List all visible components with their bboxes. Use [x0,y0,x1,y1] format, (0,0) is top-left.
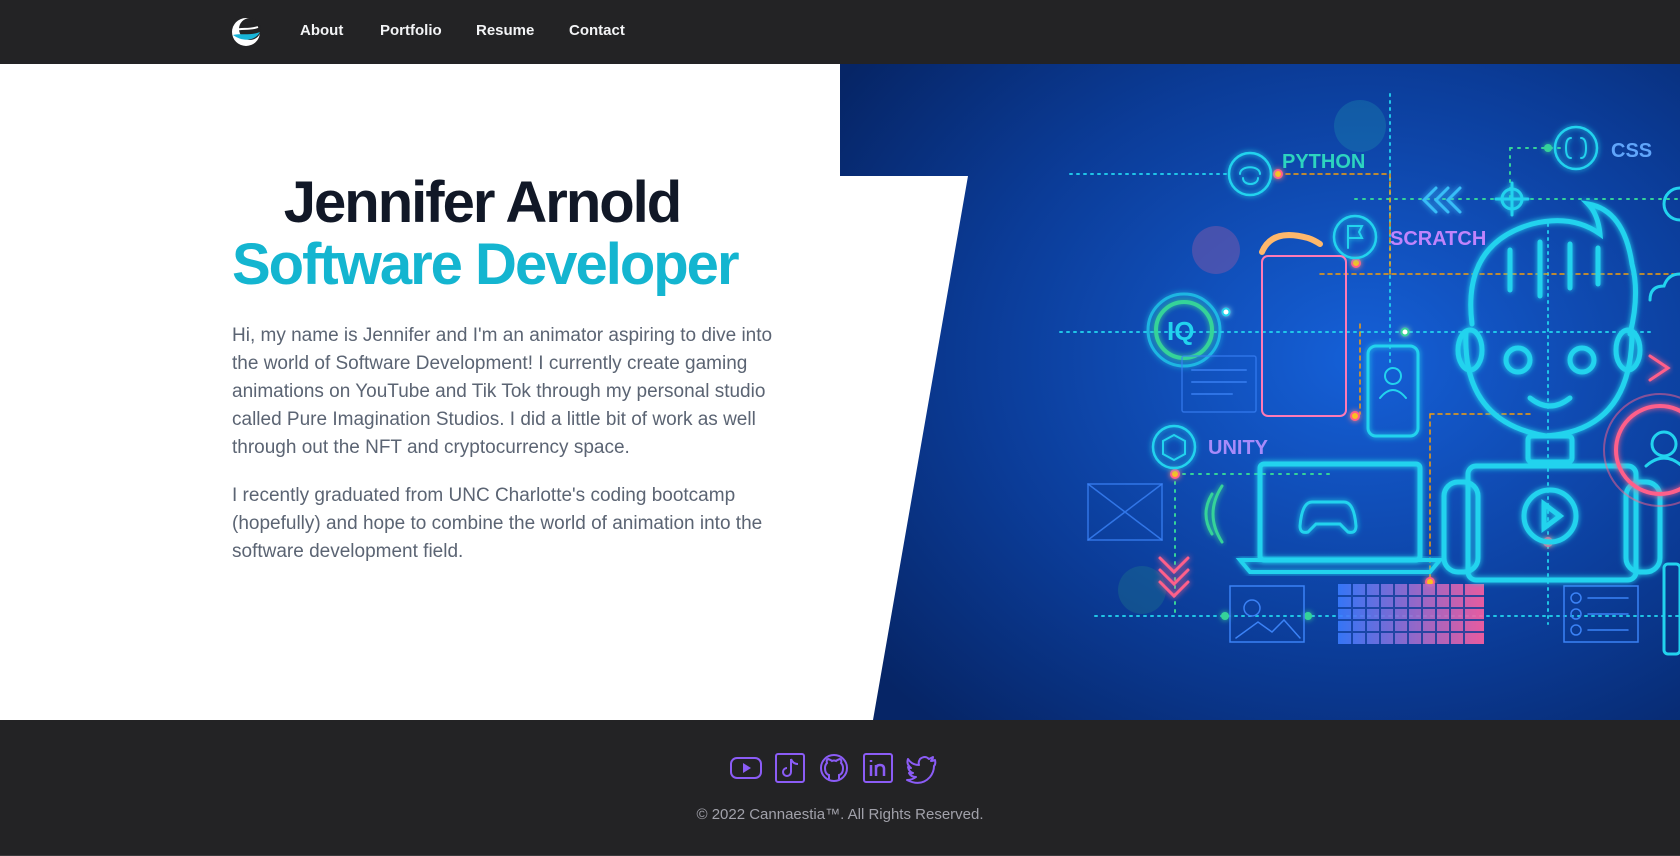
bootcamp-paragraph: I recently graduated from UNC Charlotte'… [232,485,763,562]
half-moon-logo-icon[interactable] [230,16,262,48]
linkedin-icon[interactable] [861,751,895,785]
copyright-text: © 2022 Cannaestia™. All Rights Reserved. [696,806,984,823]
iq-label: IQ [1167,316,1194,346]
hero-role: Software Developer [232,232,740,297]
nav-link-resume[interactable]: Resume [476,22,534,39]
tiktok-icon[interactable] [773,751,807,785]
scratch-label: SCRATCH [1390,228,1486,250]
github-icon[interactable] [817,751,851,785]
python-label: PYTHON [1282,151,1365,173]
unity-label: UNITY [1208,437,1269,459]
twitter-icon[interactable] [905,751,939,785]
nav-link-contact[interactable]: Contact [569,22,625,39]
youtube-icon[interactable] [729,751,763,785]
footer: © 2022 Cannaestia™. All Rights Reserved. [0,720,1680,856]
hero-name: Jennifer Arnold [283,170,682,235]
hero-section: PYTHON CSS SCRATCH IQ UNITY Jennifer Arn… [0,64,1680,720]
nav-link-about[interactable]: About [300,22,343,39]
top-navbar: About Portfolio Resume Contact [0,0,1680,64]
hero-intro: Jennifer Arnold Software Developer Hi, m… [232,172,792,566]
css-label: CSS [1611,140,1652,162]
nav-link-portfolio[interactable]: Portfolio [380,22,442,39]
intro-paragraph: Hi, my name is Jennifer and I'm an anima… [232,325,773,458]
